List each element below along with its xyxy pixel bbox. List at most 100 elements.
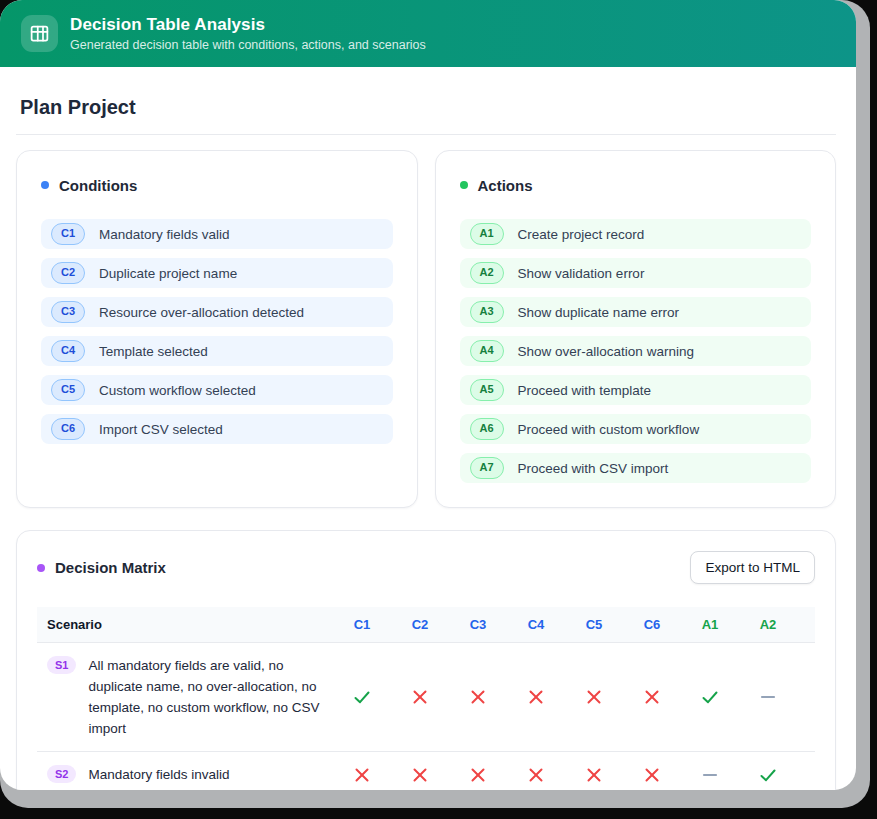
action-item-a5: A5 Proceed with template <box>460 375 812 405</box>
decision-matrix-title-row: Decision Matrix <box>37 558 166 578</box>
action-label: Show validation error <box>518 266 645 281</box>
actions-panel: Actions A1 Create project record A2 Show va… <box>435 150 837 508</box>
matrix-row-s1: S1 All mandatory fields are valid, no dup… <box>37 643 815 752</box>
app-subtitle: Generated decision table with conditions… <box>70 38 426 52</box>
action-item-a2: A2 Show validation error <box>460 258 812 288</box>
condition-badge-c1: C1 <box>51 223 85 244</box>
page-background: Decision Table Analysis Generated decisi… <box>0 0 877 819</box>
cross-icon <box>585 766 603 784</box>
action-badge-a5: A5 <box>470 379 504 400</box>
decision-matrix-panel: Decision Matrix Export to HTML ScenarioC… <box>16 530 836 790</box>
matrix-header-row: ScenarioC1C2C3C4C5C6A1A2 <box>37 607 815 643</box>
action-label: Show over-allocation warning <box>518 344 694 359</box>
matrix-cell-s2-c2 <box>391 752 449 791</box>
export-html-button[interactable]: Export to HTML <box>690 551 815 584</box>
cross-icon <box>527 688 545 706</box>
decision-matrix-dot-icon <box>37 564 45 572</box>
matrix-row-s2: S2Mandatory fields invalid <box>37 752 815 791</box>
scenario-cell: S2Mandatory fields invalid <box>37 752 333 791</box>
dash-icon <box>759 688 777 706</box>
matrix-cell-s2-c4 <box>507 752 565 791</box>
condition-badge-c5: C5 <box>51 379 85 400</box>
matrix-column-c6: C6 <box>623 607 681 643</box>
conditions-panel-header: Conditions <box>41 175 393 195</box>
condition-item-c1: C1 Mandatory fields valid <box>41 219 393 249</box>
conditions-panel: Conditions C1 Mandatory fields valid C2 Dup… <box>16 150 418 508</box>
check-icon <box>759 766 777 784</box>
cross-icon <box>643 688 661 706</box>
action-label: Proceed with CSV import <box>518 461 669 476</box>
matrix-cell-s1-c5 <box>565 643 623 752</box>
conditions-dot-icon <box>41 181 49 189</box>
action-badge-a2: A2 <box>470 262 504 283</box>
matrix-column-c2: C2 <box>391 607 449 643</box>
condition-badge-c6: C6 <box>51 418 85 439</box>
condition-label: Resource over-allocation detected <box>99 305 304 320</box>
condition-item-c6: C6 Import CSV selected <box>41 414 393 444</box>
matrix-cell-s2-c3 <box>449 752 507 791</box>
check-icon <box>701 688 719 706</box>
action-item-a6: A6Proceed with custom workflow <box>460 414 812 444</box>
matrix-cell-s2-c5 <box>565 752 623 791</box>
condition-label: Import CSV selected <box>99 422 223 437</box>
actions-panel-header: Actions <box>460 175 812 195</box>
action-badge-a4: A4 <box>470 340 504 361</box>
cross-icon <box>469 688 487 706</box>
scenario-cell: S1 All mandatory fields are valid, no dup… <box>37 643 333 752</box>
condition-item-c4: C4Template selected <box>41 336 393 366</box>
actions-list: A1 Create project record A2 Show validation… <box>460 219 812 483</box>
cross-icon <box>585 688 603 706</box>
matrix-cell-s1-c4 <box>507 643 565 752</box>
action-label: Show duplicate name error <box>518 305 679 320</box>
condition-label: Mandatory fields valid <box>99 227 230 242</box>
matrix-column-a2: A2 <box>739 607 797 643</box>
action-badge-a3: A3 <box>470 301 504 322</box>
matrix-column-c1: C1 <box>333 607 391 643</box>
matrix-column-c4: C4 <box>507 607 565 643</box>
app-window: Decision Table Analysis Generated decisi… <box>0 0 856 790</box>
app-header-titles: Decision Table Analysis Generated decisi… <box>70 15 426 52</box>
actions-dot-icon <box>460 181 468 189</box>
cross-icon <box>527 766 545 784</box>
matrix-cell-s1-a1 <box>681 643 739 752</box>
action-label: Create project record <box>518 227 645 242</box>
conditions-title: Conditions <box>59 177 137 194</box>
main-content: Plan Project Conditions C1 Mandatory fiel… <box>0 96 856 790</box>
condition-badge-c2: C2 <box>51 262 85 283</box>
condition-label: Duplicate project name <box>99 266 237 281</box>
action-item-a7: A7Proceed with CSV import <box>460 453 812 483</box>
cross-icon <box>469 766 487 784</box>
matrix-cell-s2-a1 <box>681 752 739 791</box>
condition-label: Template selected <box>99 344 208 359</box>
app-title: Decision Table Analysis <box>70 15 426 35</box>
matrix-cell-s1-c2 <box>391 643 449 752</box>
check-icon <box>353 688 371 706</box>
matrix-cell-s1-c1 <box>333 643 391 752</box>
matrix-cell-s2-a2 <box>739 752 797 791</box>
action-label: Proceed with template <box>518 383 652 398</box>
action-badge-a1: A1 <box>470 223 504 244</box>
matrix-column-a1: A1 <box>681 607 739 643</box>
condition-item-c2: C2 Duplicate project name <box>41 258 393 288</box>
actions-title: Actions <box>478 177 533 194</box>
matrix-column-filler <box>797 607 815 643</box>
action-item-a3: A3 Show duplicate name error <box>460 297 812 327</box>
action-item-a1: A1 Create project record <box>460 219 812 249</box>
cross-icon <box>411 766 429 784</box>
scenario-badge-s1: S1 <box>47 656 76 674</box>
condition-badge-c3: C3 <box>51 301 85 322</box>
matrix-column-c5: C5 <box>565 607 623 643</box>
matrix-cell-s1-a2 <box>739 643 797 752</box>
cross-icon <box>411 688 429 706</box>
matrix-column-c3: C3 <box>449 607 507 643</box>
condition-label: Custom workflow selected <box>99 383 256 398</box>
page-title: Plan Project <box>20 96 836 119</box>
matrix-column-scenario: Scenario <box>37 607 333 643</box>
action-badge-a6: A6 <box>470 418 504 439</box>
matrix-cell-s2-c1 <box>333 752 391 791</box>
divider <box>16 134 836 135</box>
scenario-description: All mandatory fields are valid, no dupli… <box>88 655 333 739</box>
matrix-cell-s1-c3 <box>449 643 507 752</box>
scenario-description: Mandatory fields invalid <box>88 764 229 785</box>
conditions-list: C1 Mandatory fields valid C2 Duplicate proj… <box>41 219 393 444</box>
